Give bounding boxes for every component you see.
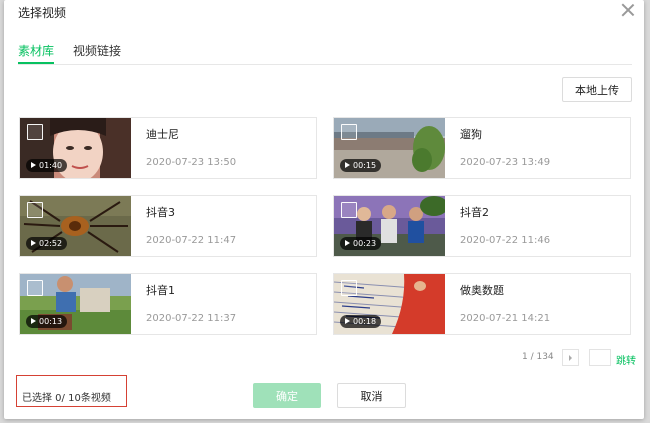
video-name: 抖音2 [460,206,489,219]
duration-badge: 02:52 [26,237,68,250]
video-date: 2020-07-22 11:47 [146,235,237,246]
play-icon [345,318,350,324]
play-icon [31,318,36,324]
video-date: 2020-07-21 14:21 [460,313,551,324]
tab-material-library[interactable]: 素材库 [18,42,54,59]
duration-text: 02:52 [39,239,63,248]
tab-video-link[interactable]: 视频链接 [73,42,121,59]
video-card[interactable]: 01:40 迪士尼 2020-07-23 13:50 [19,117,317,179]
select-checkbox[interactable] [27,202,43,218]
play-icon [345,240,350,246]
duration-badge: 00:18 [340,315,382,328]
select-checkbox[interactable] [27,124,43,140]
video-card[interactable]: 00:18 做奥数题 2020-07-21 14:21 [333,273,631,335]
video-card[interactable]: 02:52 抖音3 2020-07-22 11:47 [19,195,317,257]
video-thumbnail: 00:15 [334,118,445,178]
video-card[interactable]: 00:13 抖音1 2020-07-22 11:37 [19,273,317,335]
tab-divider [18,64,632,65]
video-name: 抖音3 [146,206,175,219]
video-name: 抖音1 [146,284,175,297]
select-checkbox[interactable] [341,124,357,140]
page-jump-input[interactable] [589,349,611,366]
jump-button[interactable]: 跳转 [616,352,636,367]
duration-text: 00:18 [353,317,377,326]
play-icon [31,162,36,168]
select-video-dialog: 选择视频 素材库 视频链接 本地上传 01:40 迪士尼 2020-07-23 … [4,0,644,419]
duration-text: 00:15 [353,161,377,170]
page-info: 1 / 134 [522,352,554,362]
close-icon[interactable] [620,2,636,18]
video-card[interactable]: 00:15 遛狗 2020-07-23 13:49 [333,117,631,179]
select-checkbox[interactable] [341,202,357,218]
select-checkbox[interactable] [27,280,43,296]
duration-badge: 00:23 [340,237,382,250]
video-thumbnail: 00:13 [20,274,131,334]
video-name: 迪士尼 [146,128,179,141]
video-thumbnail: 01:40 [20,118,131,178]
video-thumbnail: 00:18 [334,274,445,334]
video-name: 做奥数题 [460,284,504,297]
cancel-button[interactable]: 取消 [337,383,406,408]
play-icon [31,240,36,246]
duration-text: 00:23 [353,239,377,248]
video-name: 遛狗 [460,128,482,141]
video-date: 2020-07-23 13:50 [146,157,237,168]
duration-badge: 00:15 [340,159,382,172]
video-date: 2020-07-23 13:49 [460,157,551,168]
duration-text: 01:40 [39,161,63,170]
duration-text: 00:13 [39,317,63,326]
dialog-title: 选择视频 [18,6,67,20]
next-page-button[interactable] [562,349,579,366]
selected-count-text: 已选择 0/ 10条视频 [22,393,111,404]
video-card[interactable]: 00:23 抖音2 2020-07-22 11:46 [333,195,631,257]
video-date: 2020-07-22 11:46 [460,235,551,246]
video-thumbnail: 00:23 [334,196,445,256]
video-thumbnail: 02:52 [20,196,131,256]
confirm-button[interactable]: 确定 [253,383,321,408]
select-checkbox[interactable] [341,280,357,296]
play-icon [345,162,350,168]
video-date: 2020-07-22 11:37 [146,313,237,324]
local-upload-button[interactable]: 本地上传 [562,77,632,102]
duration-badge: 00:13 [26,315,68,328]
duration-badge: 01:40 [26,159,68,172]
